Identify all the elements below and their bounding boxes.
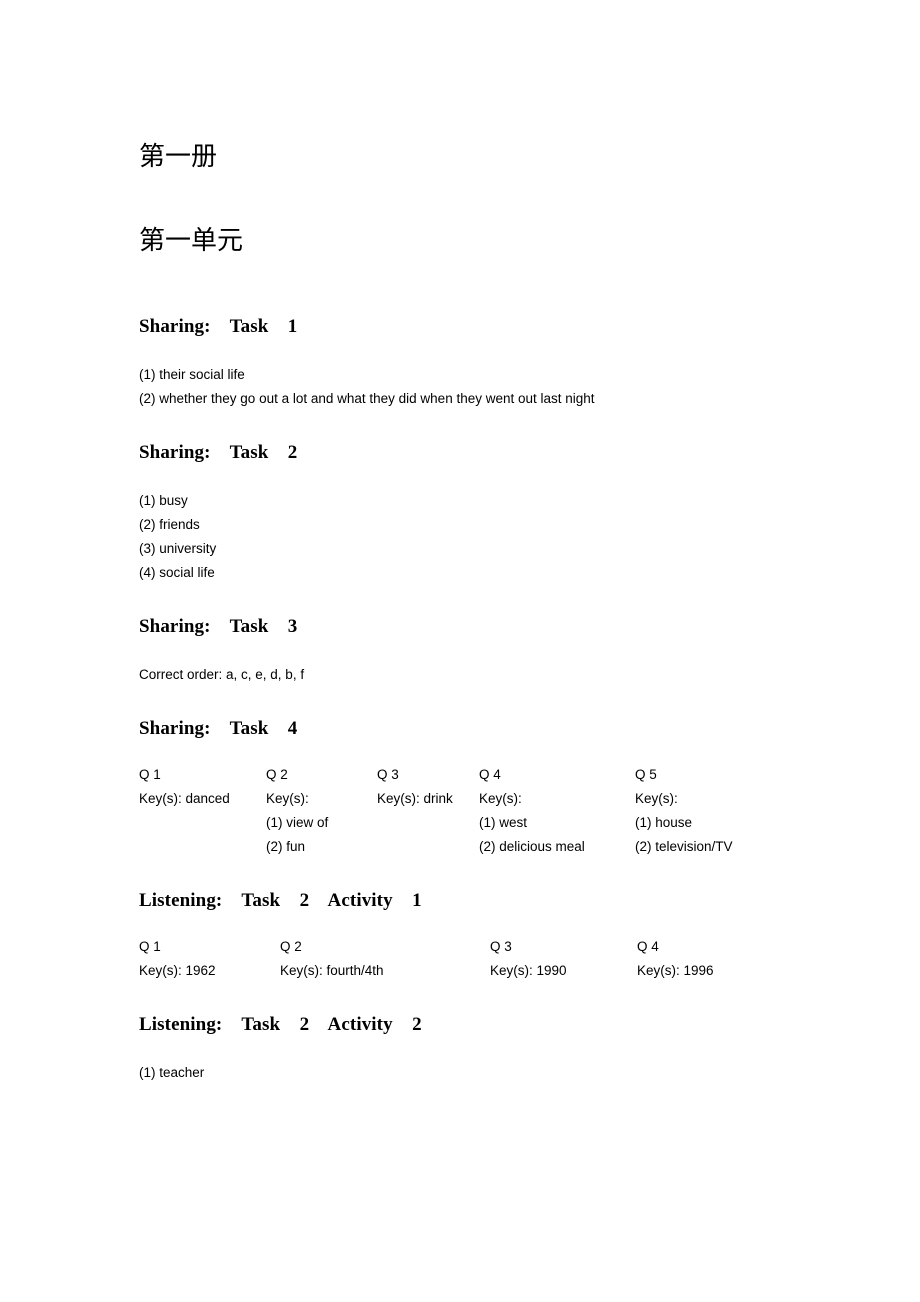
question-label: Q 2 (280, 939, 302, 954)
question-column: Q 3 Key(s): 1990 (490, 935, 567, 983)
question-label: Q 4 (479, 767, 501, 782)
question-key-line: Key(s): (266, 791, 309, 806)
question-key-line: Key(s): (479, 791, 522, 806)
answer-line: Correct order: a, c, e, d, b, f (139, 667, 305, 682)
heading-listening-task-2-activity-1: Listening: Task 2 Activity 1 (139, 890, 422, 911)
question-column: Q 2 Key(s): (1) view of (2) fun (266, 763, 328, 859)
question-column: Q 1 Key(s): 1962 (139, 935, 216, 983)
question-key-line: (2) delicious meal (479, 839, 585, 854)
question-column: Q 5 Key(s): (1) house (2) television/TV (635, 763, 733, 859)
answer-line: (1) busy (139, 493, 188, 508)
volume-title: 第一册 (139, 141, 218, 171)
unit-title: 第一单元 (139, 225, 244, 255)
question-key-line: Key(s): drink (377, 791, 453, 806)
question-label: Q 3 (377, 767, 399, 782)
question-grid-listening-activity-1: Q 1 Key(s): 1962 Q 2 Key(s): fourth/4th … (139, 935, 899, 983)
question-label: Q 1 (139, 939, 161, 954)
question-label: Q 2 (266, 767, 288, 782)
question-key-line: Key(s): (635, 791, 678, 806)
question-column: Q 4 Key(s): (1) west (2) delicious meal (479, 763, 585, 859)
answer-line: (2) whether they go out a lot and what t… (139, 391, 595, 406)
question-column: Q 1 Key(s): danced (139, 763, 230, 811)
question-key-line: (2) television/TV (635, 839, 733, 854)
heading-sharing-task-1: Sharing: Task 1 (139, 316, 298, 337)
answer-line: (3) university (139, 541, 217, 556)
question-key-line: Key(s): 1990 (490, 963, 567, 978)
question-key-line: (1) west (479, 815, 528, 830)
answer-line: (2) friends (139, 517, 200, 532)
question-key-line: Key(s): fourth/4th (280, 963, 384, 978)
answer-line: (1) teacher (139, 1065, 205, 1080)
question-key-line: (1) view of (266, 815, 329, 830)
heading-sharing-task-2: Sharing: Task 2 (139, 442, 298, 463)
question-grid-sharing-task-4: Q 1 Key(s): danced Q 2 Key(s): (1) view … (139, 763, 899, 859)
question-key-line: (2) fun (266, 839, 306, 854)
question-label: Q 5 (635, 767, 657, 782)
question-column: Q 2 Key(s): fourth/4th (280, 935, 384, 983)
question-label: Q 1 (139, 767, 161, 782)
question-key-line: Key(s): 1996 (637, 963, 714, 978)
question-label: Q 3 (490, 939, 512, 954)
answer-line: (4) social life (139, 565, 215, 580)
answer-line: (1) their social life (139, 367, 245, 382)
heading-listening-task-2-activity-2: Listening: Task 2 Activity 2 (139, 1014, 422, 1035)
answers-sharing-task-3: Correct order: a, c, e, d, b, f (139, 663, 899, 687)
question-column: Q 3 Key(s): drink (377, 763, 453, 811)
document-content: 第一册 第一单元 Sharing: Task 1 (1) their socia… (139, 0, 899, 1085)
question-label: Q 4 (637, 939, 659, 954)
answers-listening-activity-2: (1) teacher (139, 1061, 899, 1085)
question-key-line: (1) house (635, 815, 693, 830)
question-column: Q 4 Key(s): 1996 (637, 935, 714, 983)
answers-sharing-task-1: (1) their social life (2) whether they g… (139, 363, 899, 411)
heading-sharing-task-3: Sharing: Task 3 (139, 616, 298, 637)
question-key-line: Key(s): 1962 (139, 963, 216, 978)
question-key-line: Key(s): danced (139, 791, 230, 806)
document-page: 第一册 第一单元 Sharing: Task 1 (1) their socia… (0, 0, 920, 1302)
heading-sharing-task-4: Sharing: Task 4 (139, 718, 298, 739)
answers-sharing-task-2: (1) busy (2) friends (3) university (4) … (139, 489, 899, 585)
